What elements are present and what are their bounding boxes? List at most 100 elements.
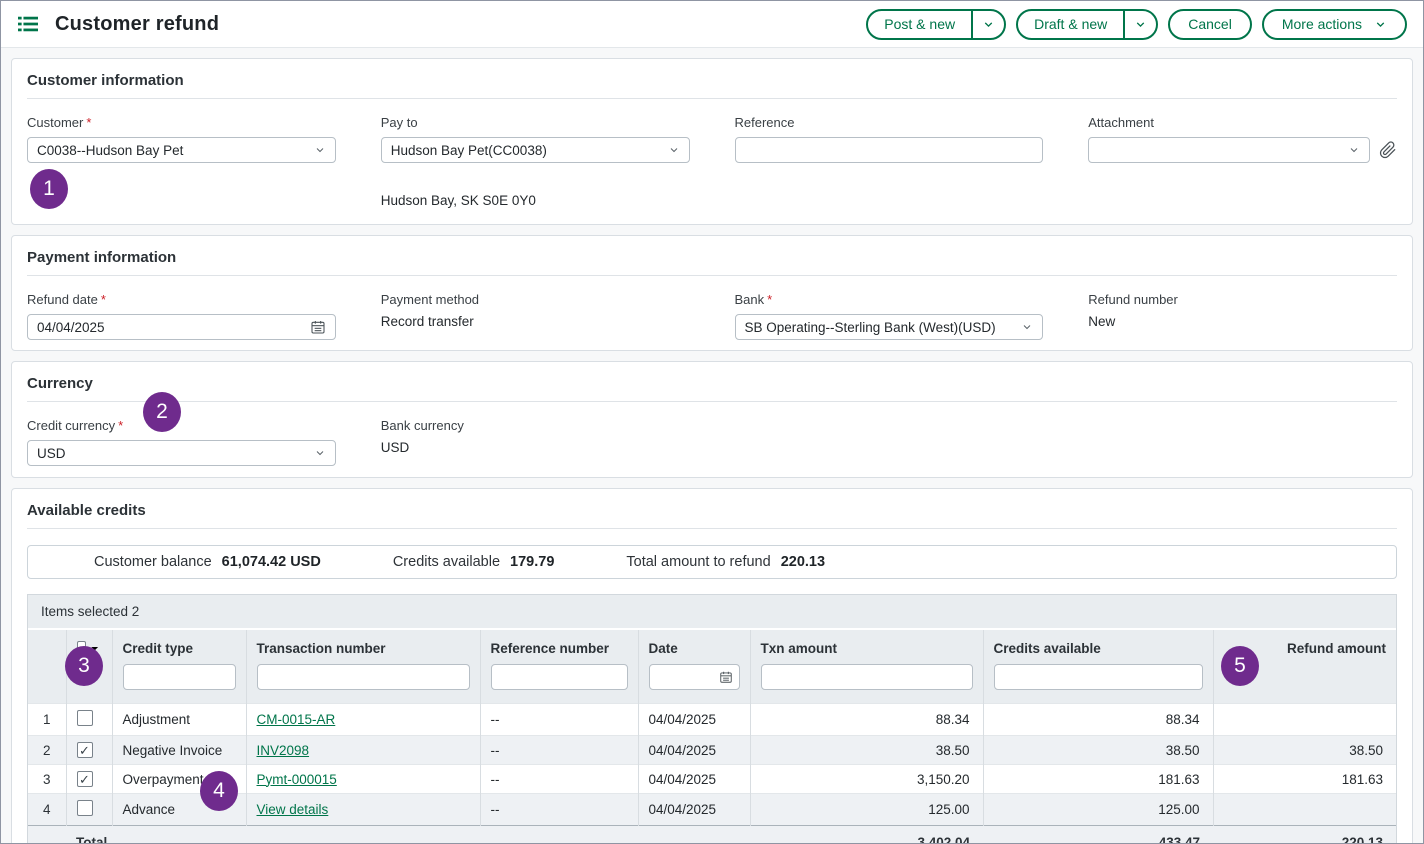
row-checkbox[interactable]: ✓ [77, 742, 93, 758]
attachment-label: Attachment [1088, 115, 1397, 130]
cancel-button[interactable]: Cancel [1168, 9, 1252, 40]
draft-and-new-button[interactable]: Draft & new [1016, 9, 1158, 40]
reference-number-cell: -- [480, 765, 638, 794]
credits-table: 3 4 5 Items selected 2 [27, 594, 1397, 844]
transaction-link[interactable]: View details [257, 802, 329, 817]
row-checkbox-cell: ✓ [66, 765, 112, 794]
credits-available-cell: 88.34 [983, 704, 1213, 736]
col-transaction-number: Transaction number [257, 641, 386, 656]
col-txn-amount: Txn amount [761, 641, 838, 656]
txn-amount-cell: 38.50 [750, 736, 983, 765]
reference-input[interactable] [735, 137, 1044, 163]
table-header-row: Credit type Transaction number Reference… [28, 630, 1396, 704]
credit-type-filter[interactable] [123, 664, 236, 690]
cancel-label: Cancel [1188, 16, 1232, 32]
pay-to-label: Pay to [381, 115, 690, 130]
transaction-link[interactable]: CM-0015-AR [257, 712, 336, 727]
credits-available-cell: 38.50 [983, 736, 1213, 765]
step-badge-4: 4 [200, 771, 238, 811]
txn-amount-cell: 125.00 [750, 794, 983, 826]
transaction-link[interactable]: INV2098 [257, 743, 310, 758]
section-title: Available credits [27, 502, 1397, 519]
step-badge-2: 2 [143, 392, 181, 432]
transaction-number-cell: View details [246, 794, 480, 826]
page-title: Customer refund [55, 13, 219, 36]
refund-number-label: Refund number [1088, 292, 1397, 307]
bank-currency-value: USD [381, 440, 690, 455]
calendar-icon[interactable] [310, 319, 326, 335]
reference-number-cell: -- [480, 704, 638, 736]
refund-amount-cell [1213, 704, 1396, 736]
transaction-number-cell: CM-0015-AR [246, 704, 480, 736]
total-credits-available: 433.47 [983, 826, 1213, 844]
bank-field: Bank* SB Operating--Sterling Bank (West)… [735, 292, 1044, 340]
date-filter[interactable] [649, 664, 740, 690]
chevron-down-icon [982, 18, 995, 31]
bank-currency-field: Bank currency USD [381, 418, 690, 466]
customer-select[interactable]: C0038--Hudson Bay Pet [27, 137, 336, 163]
row-number: 2 [28, 736, 66, 765]
transaction-link[interactable]: Pymt-000015 [257, 772, 337, 787]
credits-available-cell: 181.63 [983, 765, 1213, 794]
top-bar: Customer refund Post & new Draft & new C… [1, 1, 1423, 48]
customer-refund-page: Customer refund Post & new Draft & new C… [0, 0, 1424, 844]
col-reference-number: Reference number [491, 641, 610, 656]
refund-number-field: Refund number New [1088, 292, 1397, 340]
credit-currency-label: Credit currency [27, 418, 115, 433]
more-actions-label: More actions [1282, 16, 1362, 32]
refund-amount-cell: 38.50 [1213, 736, 1396, 765]
paperclip-icon[interactable] [1379, 141, 1397, 159]
section-title: Currency [27, 375, 1397, 392]
step-badge-5: 5 [1221, 646, 1259, 686]
post-and-new-label[interactable]: Post & new [868, 11, 971, 38]
step-badge-3: 3 [65, 646, 103, 686]
draft-and-new-label[interactable]: Draft & new [1018, 11, 1123, 38]
credits-available-value: 179.79 [510, 554, 554, 570]
date-cell: 04/04/2025 [638, 736, 750, 765]
table-row: 2✓Negative InvoiceINV2098--04/04/202538.… [28, 736, 1396, 765]
required-asterisk: * [101, 292, 106, 307]
credit-type-cell: Adjustment [112, 704, 246, 736]
post-and-new-button[interactable]: Post & new [866, 9, 1006, 40]
chevron-down-icon [1021, 321, 1033, 333]
available-credits-section: Available credits Customer balance 61,07… [11, 488, 1413, 844]
row-checkbox[interactable] [77, 800, 93, 816]
calendar-icon[interactable] [719, 670, 733, 684]
row-number: 4 [28, 794, 66, 826]
section-title: Payment information [27, 249, 1397, 266]
customer-field: Customer* C0038--Hudson Bay Pet [27, 115, 336, 208]
draft-and-new-dropdown[interactable] [1123, 11, 1156, 38]
refund-date-input[interactable]: 04/04/2025 [27, 314, 336, 340]
attachment-select[interactable] [1088, 137, 1370, 163]
customer-information-section: 1 Customer information Customer* C0038--… [11, 58, 1413, 225]
bank-label: Bank [735, 292, 765, 307]
payment-method-field: Payment method Record transfer [381, 292, 690, 340]
credits-table-body: 1AdjustmentCM-0015-AR--04/04/202588.3488… [28, 704, 1396, 826]
col-credit-type: Credit type [123, 641, 194, 656]
pay-to-select[interactable]: Hudson Bay Pet(CC0038) [381, 137, 690, 163]
credits-available-filter[interactable] [994, 664, 1203, 690]
col-refund-amount: Refund amount [1287, 641, 1386, 656]
more-actions-button[interactable]: More actions [1262, 9, 1407, 40]
bank-value: SB Operating--Sterling Bank (West)(USD) [745, 320, 996, 335]
bank-currency-label: Bank currency [381, 418, 690, 433]
bank-select[interactable]: SB Operating--Sterling Bank (West)(USD) [735, 314, 1044, 340]
payment-method-value: Record transfer [381, 314, 690, 329]
total-refund-value: 220.13 [781, 554, 825, 570]
refund-date-field: Refund date* 04/04/2025 [27, 292, 336, 340]
section-title: Customer information [27, 72, 1397, 89]
credit-currency-select[interactable]: USD [27, 440, 336, 466]
total-label: Total [66, 826, 750, 844]
txn-amount-filter[interactable] [761, 664, 973, 690]
row-checkbox[interactable]: ✓ [77, 771, 93, 787]
date-cell: 04/04/2025 [638, 704, 750, 736]
date-cell: 04/04/2025 [638, 765, 750, 794]
reference-number-filter[interactable] [491, 664, 628, 690]
post-and-new-dropdown[interactable] [971, 11, 1004, 38]
transaction-number-filter[interactable] [257, 664, 470, 690]
row-number: 1 [28, 704, 66, 736]
row-checkbox[interactable] [77, 710, 93, 726]
reference-label: Reference [735, 115, 1044, 130]
list-menu-icon[interactable] [17, 14, 39, 34]
table-row: 1AdjustmentCM-0015-AR--04/04/202588.3488… [28, 704, 1396, 736]
